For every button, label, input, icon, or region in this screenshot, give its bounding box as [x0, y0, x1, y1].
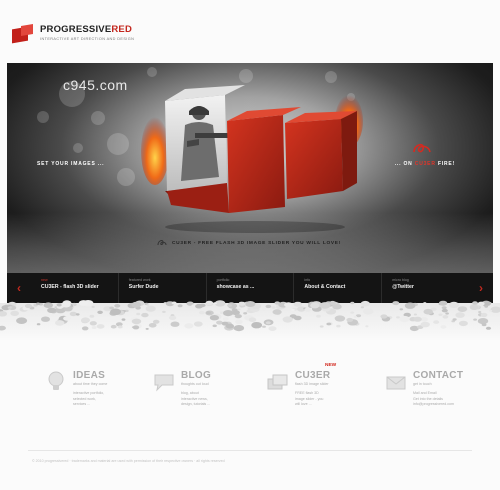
- logo[interactable]: PROGRESSIVERED interactive art direction…: [12, 23, 135, 45]
- cu3er-logo-icon: [157, 240, 167, 246]
- site-header: PROGRESSIVERED interactive art direction…: [0, 0, 500, 60]
- footer-divider: [28, 450, 472, 451]
- lightbulb-icon: [48, 371, 64, 390]
- feature-blog[interactable]: BLOG thoughts out loud blog, about intera…: [152, 370, 237, 408]
- speech-bubble-icon: [154, 374, 174, 392]
- footer-text: © 2010 progressivered · trademarks and m…: [32, 459, 225, 463]
- brand-tagline: interactive art direction and design: [40, 37, 135, 41]
- hero-left-text: SET YOUR IMAGES ...: [37, 161, 105, 167]
- new-badge: NEW: [325, 363, 337, 368]
- envelope-icon: [386, 376, 406, 390]
- brand-name: PROGRESSIVERED: [40, 24, 133, 35]
- feature-contact[interactable]: CONTACT get in touch Mail and Email Get i…: [384, 370, 469, 408]
- cube-soldier-image: [141, 85, 363, 233]
- hero-caption: CU3ER - FREE FLASH 3D IMAGE SLIDER YOU W…: [157, 239, 341, 247]
- logo-mark-icon: [12, 23, 34, 45]
- feature-row: IDEAS about time they come interactive p…: [0, 363, 500, 430]
- watermark-text: c945.com: [63, 77, 128, 93]
- hero-slider[interactable]: c945.com SET YOUR IMAGES ... ... ON CU3E…: [7, 63, 493, 273]
- feature-cu3er[interactable]: NEW CU3ER flash 3D image slider FREE fla…: [266, 363, 351, 408]
- feature-ideas[interactable]: IDEAS about time they come interactive p…: [44, 370, 129, 408]
- crumbled-paper-divider: [0, 300, 500, 341]
- cu3er-swirl-icon: [413, 143, 431, 153]
- hero-right-text: ... ON CU3ER FIRE!: [394, 161, 455, 167]
- stacked-slides-icon: [267, 374, 288, 390]
